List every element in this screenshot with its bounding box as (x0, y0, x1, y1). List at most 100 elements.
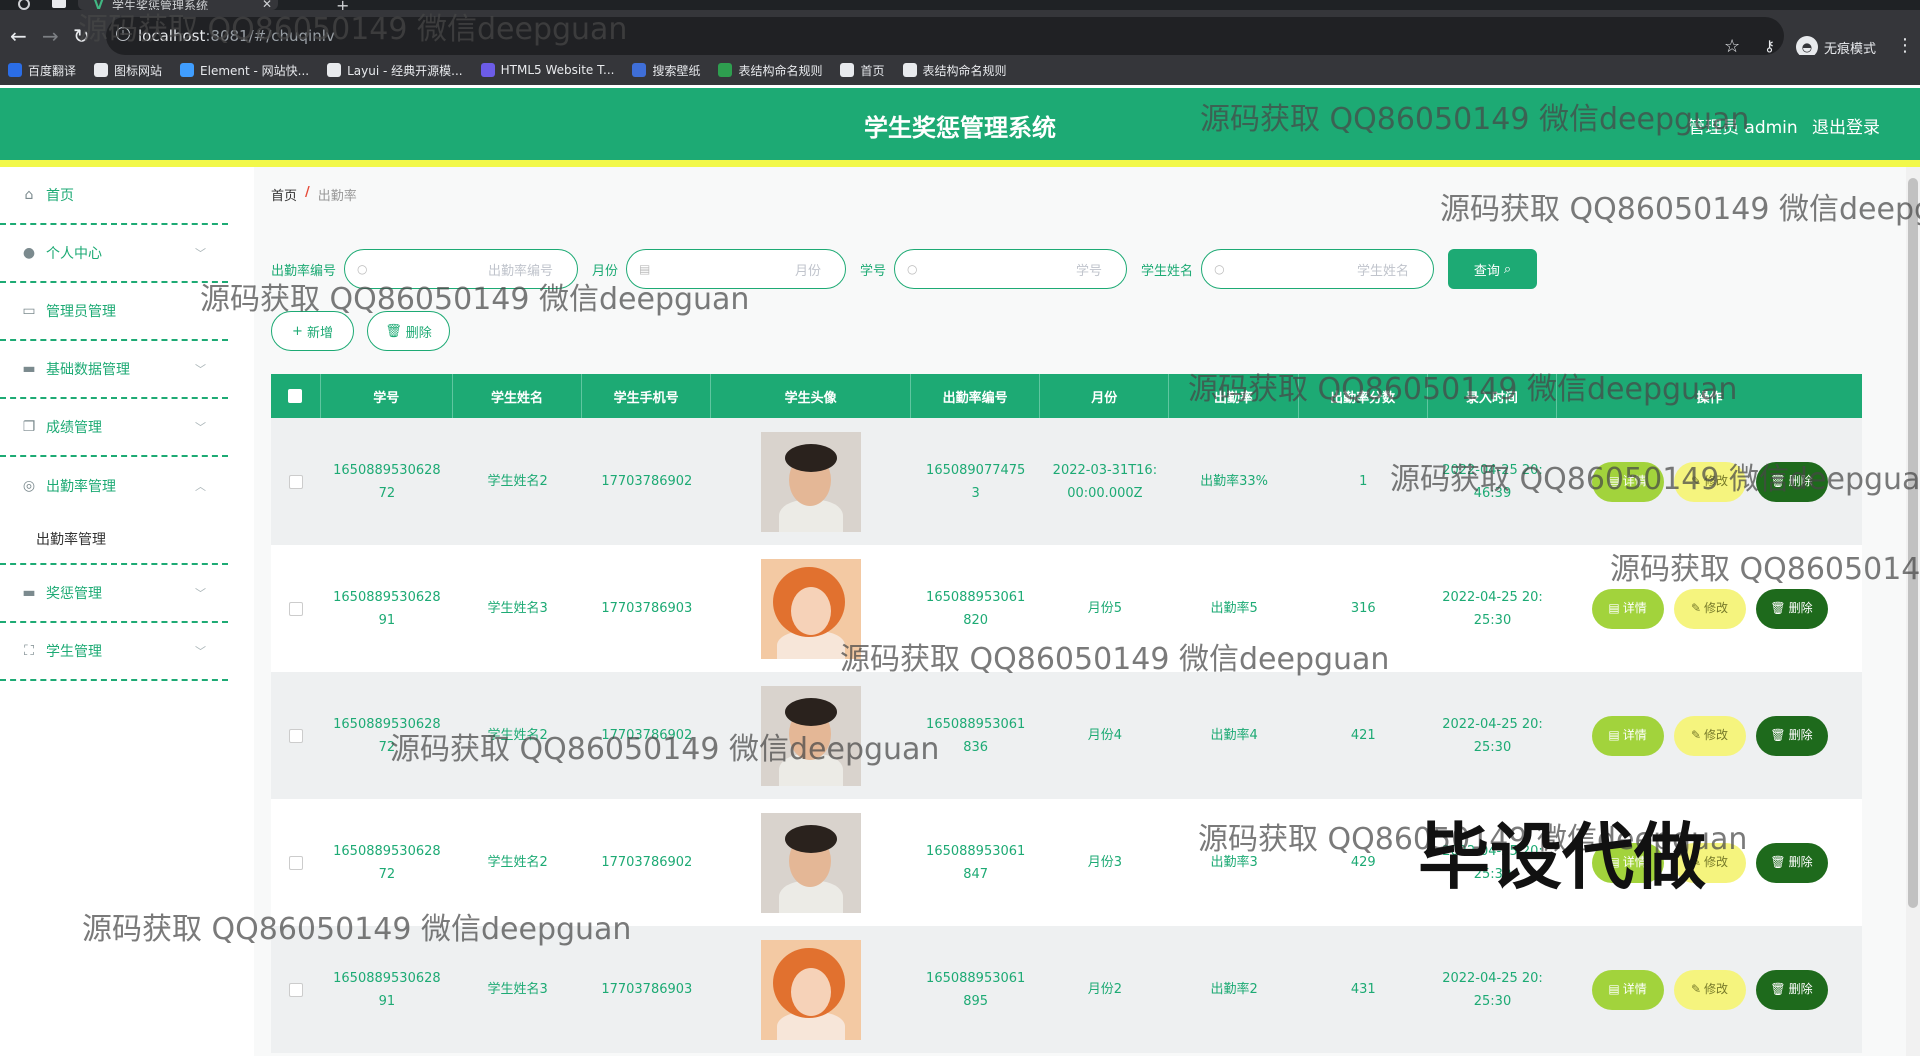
bookmark-label: HTML5 Website T... (500, 63, 615, 77)
bookmark-item[interactable]: 搜索壁纸 (632, 62, 700, 79)
delete-button-label: 删除 (1788, 474, 1813, 488)
search-icon: ○ (907, 262, 918, 276)
bookmark-star-icon[interactable]: ☆ (1724, 36, 1740, 57)
row-checkbox[interactable] (288, 601, 303, 616)
browser-menu-icon[interactable] (18, 0, 30, 10)
chat-icon: ▭ (22, 303, 36, 319)
edit-button[interactable]: ✎ 修改 (1673, 461, 1746, 502)
bookmarks-bar: 百度翻译 图标网站 Element - 网站快... Layui - 经典开源模...… (0, 55, 1920, 85)
bookmark-item[interactable]: Layui - 经典开源模... (327, 62, 463, 79)
scrollbar-thumb[interactable] (1908, 178, 1918, 908)
add-button[interactable]: + 新增 (271, 311, 354, 351)
bookmark-item[interactable]: HTML5 Website T... (480, 63, 615, 77)
row-actions: ▤ 详情 ✎ 修改 🗑 删除 (1591, 461, 1828, 502)
search-form: 出勤率编号 ○ 出勤率编号 月份 ▤ 月份 学号 ○ 学号 学生姓名 ○ 学生姓… (271, 248, 1538, 290)
bookmark-item[interactable]: 首页 (840, 62, 885, 79)
edit-button-label: 修改 (1704, 728, 1729, 742)
password-key-icon[interactable]: ⚷ (1764, 37, 1775, 55)
cell-score: 431 (1350, 982, 1376, 997)
logout-link[interactable]: 退出登录 (1812, 113, 1880, 138)
url-path: :8081/#/chuqinlv (205, 27, 335, 45)
table-row: 165088953062891 学生姓名3 17703786903 165088953… (271, 926, 1862, 1053)
student-name-placeholder: 学生姓名 (1357, 263, 1410, 279)
delete-button[interactable]: 🗑 删除 (1755, 969, 1828, 1010)
fullscreen-icon: ⛶ (24, 643, 34, 659)
delete-button[interactable]: 🗑 删除 (1755, 461, 1828, 502)
bookmark-item[interactable]: 百度翻译 (8, 62, 76, 79)
detail-button[interactable]: ▤ 详情 (1591, 969, 1664, 1010)
sidebar-item[interactable]: ▬ 基础数据管理 ﹀ (0, 341, 228, 399)
bookmark-item[interactable]: 表结构命名规则 (902, 62, 1007, 79)
record-no-placeholder: 出勤率编号 (488, 263, 554, 279)
search-label-record-no: 出勤率编号 (271, 263, 337, 279)
search-button[interactable]: 查询 ⌕ (1448, 249, 1538, 289)
student-no-input[interactable]: ○ 学号 (894, 249, 1128, 289)
select-all-checkbox[interactable] (288, 389, 303, 403)
cell-record-no: 1650890774753 (926, 462, 1026, 501)
sidebar-item-label: 个人中心 (46, 246, 102, 262)
detail-button[interactable]: ▤ 详情 (1591, 588, 1664, 629)
sidebar-item-label: 学生管理 (46, 644, 102, 660)
sidebar-subitem[interactable]: 出勤率管理 (0, 515, 228, 565)
sidebar-item[interactable]: ⌂ 首页 (0, 167, 228, 225)
delete-button[interactable]: 🗑 删除 (1755, 588, 1828, 629)
sidebar-item[interactable]: ❐ 成绩管理 ﹀ (0, 399, 228, 457)
sidebar-item-label: 出勤率管理 (46, 479, 116, 495)
cell-actions: ▤ 详情 ✎ 修改 🗑 删除 (1557, 969, 1862, 1010)
student-avatar-female (761, 939, 862, 1040)
pencil-icon: ✎ (1690, 728, 1702, 742)
edit-button[interactable]: ✎ 修改 (1673, 715, 1746, 756)
cell-avatar (711, 685, 911, 786)
cell-score: 421 (1350, 728, 1376, 743)
bookmark-item[interactable]: 表结构命名规则 (718, 62, 822, 79)
reload-icon[interactable]: ↻ (73, 26, 90, 46)
bookmark-item[interactable]: 图标网站 (94, 62, 162, 79)
select-all-cell (271, 374, 321, 418)
more-menu-icon[interactable]: ⋮ (1896, 35, 1914, 56)
cell-month: 2022-03-31T16:00:00.000Z (1052, 462, 1158, 501)
student-avatar-female (761, 558, 862, 659)
tab-search-icon[interactable] (52, 0, 66, 8)
sidebar-item[interactable]: ⛶ 学生管理 ﹀ (0, 623, 228, 681)
delete-button[interactable]: 🗑 删除 (1755, 842, 1828, 883)
record-no-input[interactable]: ○ 出勤率编号 (344, 249, 579, 289)
bookmark-label: Layui - 经典开源模... (347, 63, 463, 78)
delete-button-label: 删除 (1788, 855, 1813, 869)
site-info-icon[interactable]: i (116, 27, 130, 41)
address-bar[interactable] (106, 17, 1784, 55)
student-avatar-male (761, 685, 862, 786)
sidebar: ⌂ 首页 ● 个人中心 ﹀ ▭ 管理员管理 ▬ 基础数据管理 ﹀ ❐ 成绩管理 ﹀ ◎ 出勤率管理 ︿ 出勤率管… (0, 167, 228, 1056)
delete-button[interactable]: 🗑 删除 (1755, 715, 1828, 756)
detail-button[interactable]: ▤ 详情 (1591, 461, 1664, 502)
student-name-input[interactable]: ○ 学生姓名 (1201, 249, 1435, 289)
globe-icon: ◎ (22, 478, 36, 494)
sidebar-item[interactable]: ● 个人中心 ﹀ (0, 225, 228, 283)
month-input[interactable]: ▤ 月份 (626, 249, 847, 289)
edit-button[interactable]: ✎ 修改 (1673, 969, 1746, 1010)
back-icon[interactable]: ← (10, 26, 27, 46)
detail-button[interactable]: ▤ 详情 (1591, 715, 1664, 756)
cell-created: 2022-04-25 20:25:30 (1442, 970, 1543, 1009)
row-checkbox[interactable] (288, 982, 303, 997)
cell-phone: 17703786902 (601, 855, 693, 870)
bookmark-item[interactable]: Element - 网站快... (180, 62, 309, 79)
batch-delete-button[interactable]: 🗑 删除 (367, 311, 450, 351)
document-icon: ▤ (1608, 982, 1620, 996)
url-text[interactable]: localhost:8081/#/chuqinlv (138, 27, 335, 45)
message-icon: ▬ (22, 585, 36, 601)
breadcrumb-home[interactable]: 首页 (271, 185, 297, 204)
row-select-cell (271, 982, 321, 997)
row-checkbox[interactable] (288, 855, 303, 870)
edit-button[interactable]: ✎ 修改 (1673, 588, 1746, 629)
sidebar-item[interactable]: ▭ 管理员管理 (0, 283, 228, 341)
sidebar-item[interactable]: ▬ 奖惩管理 ﹀ (0, 565, 228, 623)
cell-month: 月份5 (1087, 601, 1123, 616)
row-checkbox[interactable] (288, 474, 303, 489)
row-checkbox[interactable] (288, 728, 303, 743)
sidebar-item[interactable]: ◎ 出勤率管理 ︿ (0, 457, 228, 515)
add-button-label: 新增 (306, 325, 333, 341)
column-header: 出勤率 (1169, 374, 1299, 418)
forward-icon[interactable]: → (42, 26, 59, 46)
bookmark-favicon-icon (180, 63, 195, 77)
column-header: 录入时间 (1428, 374, 1557, 418)
